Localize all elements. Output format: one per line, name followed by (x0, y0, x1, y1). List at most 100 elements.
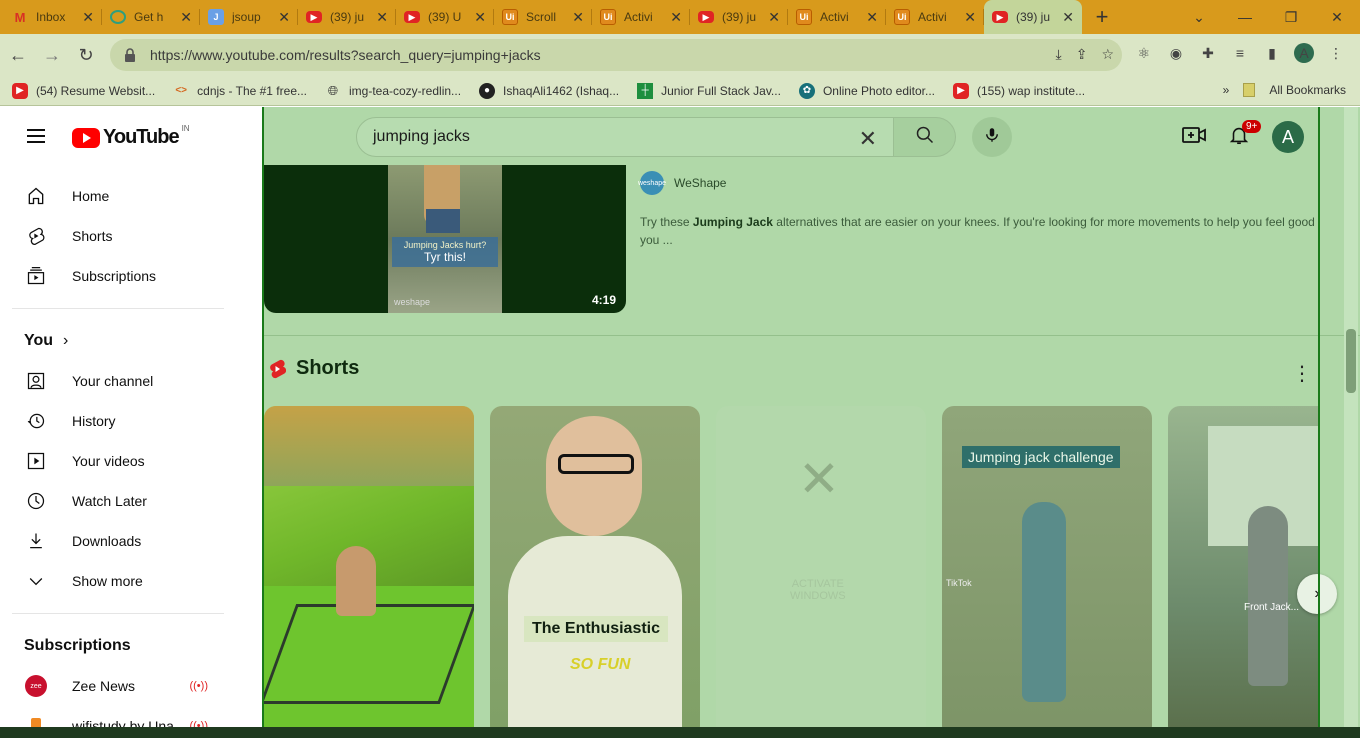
tab-youtube[interactable]: ▶ (39) U ✕ (396, 0, 494, 34)
create-video-icon[interactable] (1182, 125, 1206, 150)
main-content: jumping jacks ✕ 9+ A Jumping Jacks hurt?… (262, 107, 1360, 738)
tab-title: Get h (134, 10, 164, 24)
close-tab-icon[interactable]: ✕ (866, 9, 878, 26)
window-controls: ⌄ — ❐ ✕ (1176, 0, 1360, 34)
sidebar-item-history[interactable]: History (12, 401, 224, 441)
channel-link[interactable]: weshape WeShape (638, 171, 726, 195)
history-icon (24, 409, 48, 433)
bookmark-item[interactable]: ● IshaqAli1462 (Ishaq... (479, 82, 619, 99)
tab-youtube[interactable]: ▶ (39) ju ✕ (690, 0, 788, 34)
tab-uiverse[interactable]: Ui Activi ✕ (788, 0, 886, 34)
reload-button[interactable]: ↻ (70, 39, 102, 71)
sidebar-you-section[interactable]: You › (12, 321, 224, 361)
sidebar-item-label: Your videos (72, 453, 145, 469)
voice-search-button[interactable] (972, 117, 1012, 157)
notifications-button[interactable]: 9+ (1228, 119, 1262, 151)
profile-avatar[interactable]: A (1294, 43, 1314, 63)
menu-hamburger-icon[interactable] (27, 129, 45, 143)
close-tab-icon[interactable]: ✕ (278, 9, 290, 26)
close-tab-icon[interactable]: ✕ (768, 9, 780, 26)
sidebar-item-label: Downloads (72, 533, 142, 549)
os-taskbar (0, 727, 1360, 738)
tab-jsoup[interactable]: Jjsoup ✕ (200, 0, 298, 34)
masthead: jumping jacks ✕ 9+ A (264, 107, 1360, 165)
youtube-logo[interactable]: YouTube IN (72, 124, 190, 149)
menu-kebab-icon[interactable]: ⋮ (1326, 43, 1346, 63)
tab-chatgpt[interactable]: Get h ✕ (102, 0, 200, 34)
sidebar-item-subscriptions[interactable]: Subscriptions (12, 256, 224, 296)
bookmark-item[interactable]: 🌐︎ img-tea-cozy-redlin... (325, 83, 461, 99)
close-tab-icon[interactable]: ✕ (180, 9, 192, 26)
scrollbar-thumb[interactable] (1346, 329, 1356, 393)
lock-icon[interactable] (124, 48, 136, 62)
bookmark-item[interactable]: ▶ (155) wap institute... (953, 82, 1085, 99)
short-card[interactable]: The Enthusiastic SO FUN (490, 406, 700, 738)
clear-search-icon[interactable]: ✕ (859, 126, 877, 152)
back-button[interactable]: ← (2, 39, 34, 71)
video-result[interactable]: Jumping Jacks hurt? Tyr this! weshape 4:… (264, 165, 1360, 313)
close-tab-icon[interactable]: ✕ (474, 9, 486, 26)
tab-uiverse[interactable]: Ui Activi ✕ (886, 0, 984, 34)
sidebar-item-downloads[interactable]: Downloads (12, 521, 224, 561)
search-button[interactable] (894, 117, 956, 157)
short-card[interactable] (264, 406, 474, 738)
bookmark-star-icon[interactable]: ☆ (1101, 46, 1114, 63)
sidebar-item-home[interactable]: Home (12, 176, 224, 216)
short-card-placeholder[interactable]: ✕ ACTIVATE WINDOWS (716, 406, 926, 738)
tab-title: (39) ju (330, 10, 365, 24)
sidebar-item-show-more[interactable]: Show more (12, 561, 224, 601)
forward-button[interactable]: → (36, 39, 68, 71)
bookmark-item[interactable]: ✿ Online Photo editor... (798, 82, 935, 99)
bookmark-item[interactable]: ┼ Junior Full Stack Jav... (637, 82, 781, 99)
short-card[interactable]: Front Jack... (1168, 406, 1320, 738)
video-thumbnail[interactable]: Jumping Jacks hurt? Tyr this! weshape 4:… (264, 165, 626, 313)
minimize-button[interactable]: — (1222, 0, 1268, 34)
close-tab-icon[interactable]: ✕ (1062, 9, 1074, 26)
home-icon (24, 184, 48, 208)
uiverse-icon: Ui (502, 9, 518, 25)
tab-uiverse[interactable]: Ui Scroll ✕ (494, 0, 592, 34)
bookmark-item[interactable]: ▶ (54) Resume Websit... (12, 82, 155, 99)
address-bar[interactable]: https://www.youtube.com/results?search_q… (110, 39, 1122, 71)
tab-uiverse[interactable]: Ui Activi ✕ (592, 0, 690, 34)
media-queue-icon[interactable]: ≡ (1230, 43, 1250, 63)
close-tab-icon[interactable]: ✕ (964, 9, 976, 26)
page-scrollbar[interactable] (1344, 107, 1358, 738)
sidebar-item-watch-later[interactable]: Watch Later (12, 481, 224, 521)
new-tab-button[interactable]: + (1082, 4, 1122, 30)
account-avatar[interactable]: A (1272, 121, 1304, 153)
shorts-title: Shorts (296, 357, 360, 379)
sidebar-item-shorts[interactable]: Shorts (12, 216, 224, 256)
close-tab-icon[interactable]: ✕ (376, 9, 388, 26)
tab-search-icon[interactable]: ⌄ (1176, 0, 1222, 34)
subscription-label: Zee News (72, 678, 136, 694)
sidebar-item-your-channel[interactable]: Your channel (12, 361, 224, 401)
install-app-icon[interactable]: ⤓ (1056, 46, 1062, 63)
tab-gmail[interactable]: M Inbox ✕ (4, 0, 102, 34)
screenshot-icon[interactable]: ◉ (1166, 43, 1186, 63)
tab-title: Activi (918, 10, 947, 24)
tab-youtube-active[interactable]: ▶ (39) ju ✕ (984, 0, 1082, 34)
search-input[interactable]: jumping jacks ✕ (356, 117, 894, 157)
all-bookmarks-link[interactable]: All Bookmarks (1269, 83, 1346, 97)
close-window-button[interactable]: ✕ (1314, 0, 1360, 34)
shelf-next-button[interactable]: › (1297, 574, 1337, 614)
extensions-puzzle-icon[interactable]: ✚ (1198, 43, 1218, 63)
restore-button[interactable]: ❐ (1268, 0, 1314, 34)
close-tab-icon[interactable]: ✕ (82, 9, 94, 26)
tab-youtube[interactable]: ▶ (39) ju ✕ (298, 0, 396, 34)
bookmark-item[interactable]: <> cdnjs - The #1 free... (173, 83, 307, 99)
share-icon[interactable]: ⇪ (1076, 46, 1088, 63)
react-devtools-icon[interactable]: ⚛ (1134, 43, 1154, 63)
thumbnail-caption: Jumping Jacks hurt? Tyr this! (392, 237, 498, 267)
short-card[interactable]: Jumping jack challenge TikTok (942, 406, 1152, 738)
bookmarks-right: » All Bookmarks (1223, 83, 1346, 97)
subscription-item[interactable]: zee Zee News ((•)) (12, 666, 224, 706)
sidebar-item-your-videos[interactable]: Your videos (12, 441, 224, 481)
side-panel-icon[interactable]: ▮ (1262, 43, 1282, 63)
close-tab-icon[interactable]: ✕ (572, 9, 584, 26)
bookmark-label: Junior Full Stack Jav... (661, 83, 781, 98)
close-tab-icon[interactable]: ✕ (670, 9, 682, 26)
shelf-menu-icon[interactable]: ⋮ (1292, 361, 1312, 386)
more-bookmarks-icon[interactable]: » (1223, 83, 1230, 97)
